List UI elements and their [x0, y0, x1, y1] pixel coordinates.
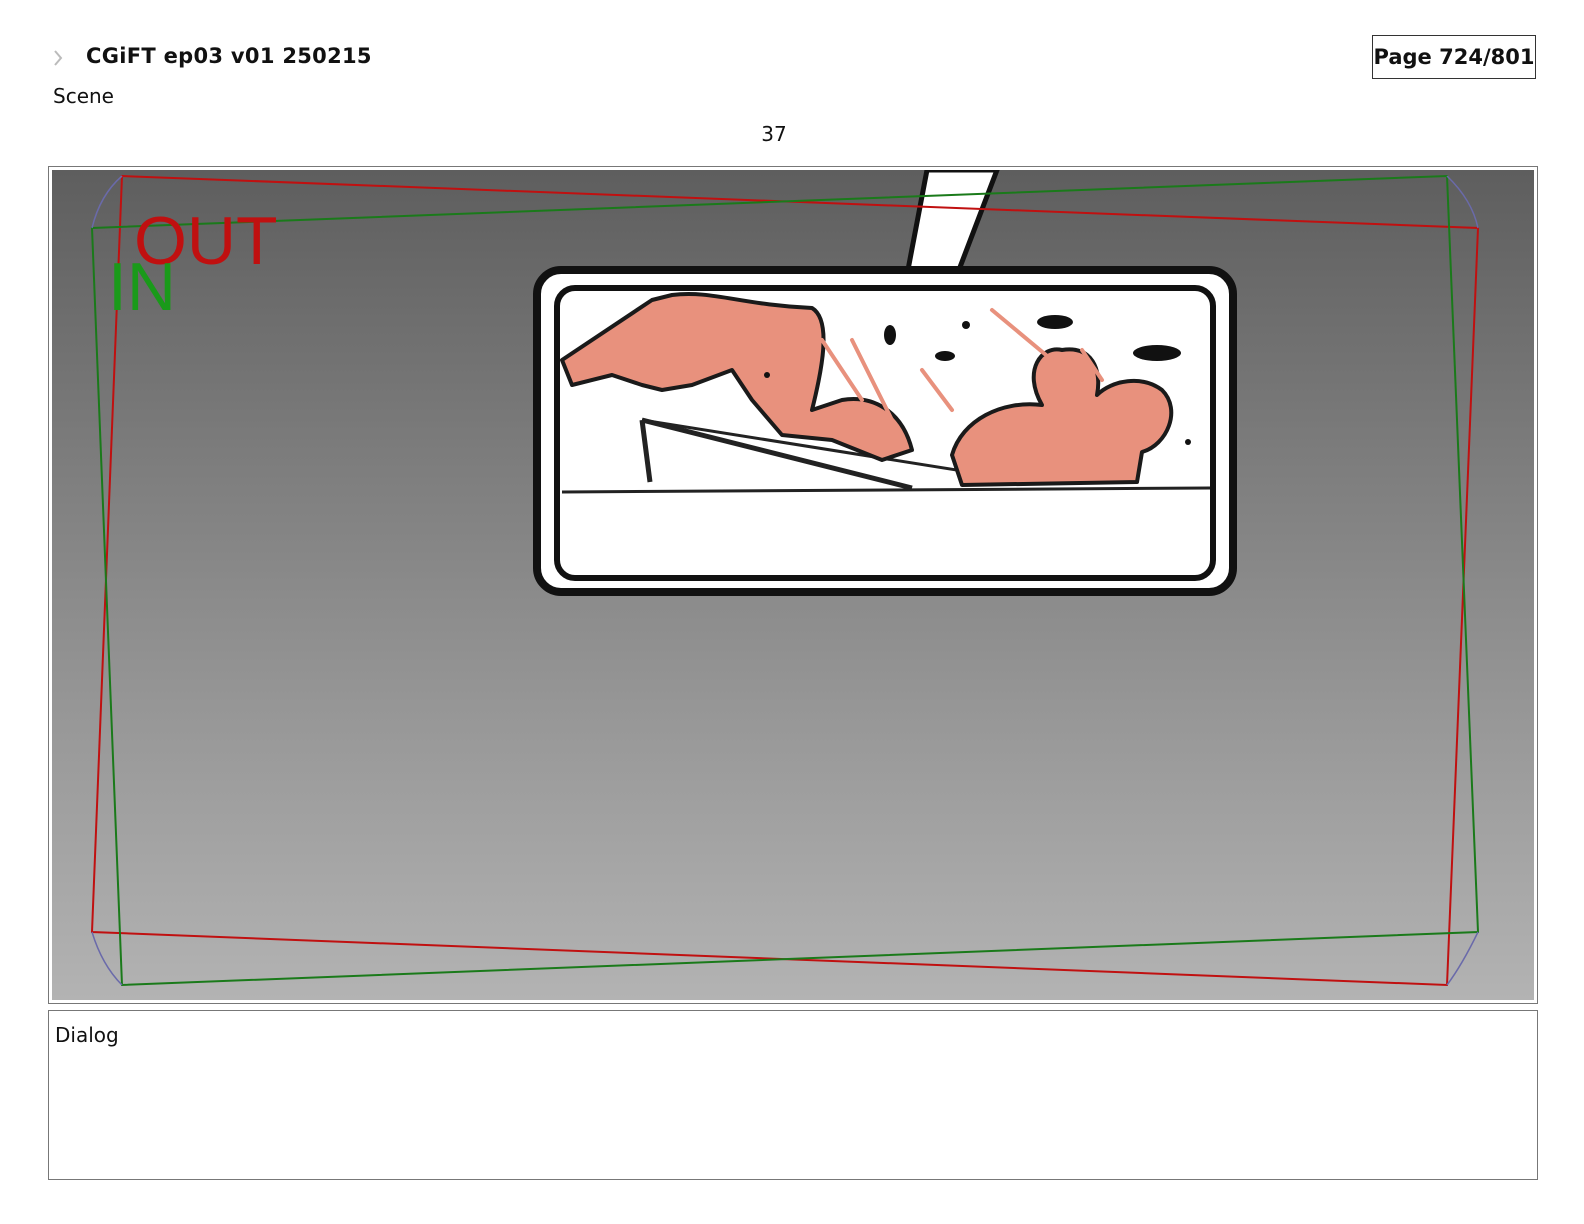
arrow-icon — [54, 50, 63, 66]
scene-number: 37 — [761, 122, 787, 146]
scene-label: Scene — [53, 84, 114, 108]
storyboard-panel-frame: OUT IN — [48, 166, 1538, 1004]
dialog-box: Dialog — [48, 1010, 1538, 1180]
storyboard-panel: OUT IN — [52, 170, 1534, 1000]
in-label: IN — [108, 249, 176, 325]
rear-view-mirror — [533, 266, 1237, 596]
dialog-label: Dialog — [55, 1023, 119, 1047]
mirror-mount — [903, 170, 1000, 278]
document-title: CGiFT ep03 v01 250215 — [86, 44, 372, 68]
page-counter: Page 724/801 — [1372, 35, 1536, 79]
panel-drawing: OUT IN — [90, 170, 1480, 987]
